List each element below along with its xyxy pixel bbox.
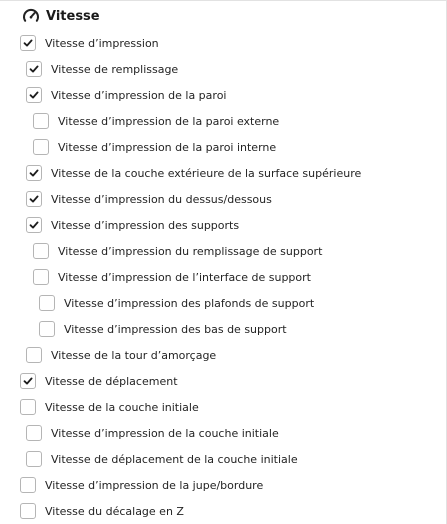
option-label: Vitesse de la couche extérieure de la su… <box>51 166 362 180</box>
section-header[interactable]: Vitesse <box>22 5 100 27</box>
option-label: Vitesse d’impression des supports <box>51 218 240 232</box>
option-label: Vitesse d’impression de la jupe/bordure <box>45 478 264 492</box>
option-label: Vitesse d’impression des bas de support <box>64 322 287 336</box>
option-support-infill-speed[interactable]: Vitesse d’impression du remplissage de s… <box>33 241 322 261</box>
option-label: Vitesse d’impression de la paroi externe <box>58 114 280 128</box>
option-top-bottom-speed[interactable]: Vitesse d’impression du dessus/dessous <box>26 189 272 209</box>
option-label: Vitesse de déplacement <box>45 374 178 388</box>
speed-settings-panel: Vitesse Vitesse d’impression Vitesse de … <box>0 0 447 524</box>
top-divider <box>0 0 447 1</box>
option-print-speed[interactable]: Vitesse d’impression <box>20 33 159 53</box>
checkmark-icon <box>29 65 39 73</box>
option-label: Vitesse de la tour d’amorçage <box>51 348 217 362</box>
checkbox[interactable] <box>39 295 55 311</box>
checkbox[interactable] <box>33 113 49 129</box>
option-inner-wall-speed[interactable]: Vitesse d’impression de la paroi interne <box>33 137 276 157</box>
option-initial-layer-speed[interactable]: Vitesse de la couche initiale <box>20 397 199 417</box>
checkmark-icon <box>29 169 39 177</box>
checkbox[interactable] <box>39 321 55 337</box>
option-initial-layer-travel-speed[interactable]: Vitesse de déplacement de la couche init… <box>26 449 298 469</box>
checkmark-icon <box>23 39 33 47</box>
checkbox[interactable] <box>33 269 49 285</box>
option-label: Vitesse d’impression du remplissage de s… <box>58 244 323 258</box>
checkbox[interactable] <box>26 347 42 363</box>
option-label: Vitesse de remplissage <box>51 62 179 76</box>
option-label: Vitesse d’impression <box>45 36 159 50</box>
option-support-bottom-speed[interactable]: Vitesse d’impression des bas de support <box>39 319 287 339</box>
checkbox[interactable] <box>20 477 36 493</box>
option-label: Vitesse d’impression de la paroi <box>51 88 227 102</box>
checkmark-icon <box>29 221 39 229</box>
option-support-interface-speed[interactable]: Vitesse d’impression de l’interface de s… <box>33 267 311 287</box>
section-title: Vitesse <box>46 8 100 24</box>
option-outer-wall-speed[interactable]: Vitesse d’impression de la paroi externe <box>33 111 279 131</box>
checkmark-icon <box>29 195 39 203</box>
checkbox[interactable] <box>20 373 36 389</box>
option-label: Vitesse d’impression du dessus/dessous <box>51 192 272 206</box>
checkbox[interactable] <box>26 87 42 103</box>
option-label: Vitesse d’impression de la paroi interne <box>58 140 277 154</box>
checkbox[interactable] <box>26 165 42 181</box>
checkbox[interactable] <box>26 217 42 233</box>
option-top-surface-skin-speed[interactable]: Vitesse de la couche extérieure de la su… <box>26 163 361 183</box>
checkbox[interactable] <box>33 139 49 155</box>
option-initial-layer-print-speed[interactable]: Vitesse d’impression de la couche initia… <box>26 423 279 443</box>
option-wall-speed[interactable]: Vitesse d’impression de la paroi <box>26 85 226 105</box>
checkbox[interactable] <box>20 35 36 51</box>
checkbox[interactable] <box>26 425 42 441</box>
checkbox[interactable] <box>26 191 42 207</box>
checkbox[interactable] <box>26 451 42 467</box>
option-skirt-brim-speed[interactable]: Vitesse d’impression de la jupe/bordure <box>20 475 263 495</box>
option-label: Vitesse d’impression des plafonds de sup… <box>64 296 315 310</box>
speedometer-icon <box>22 7 40 25</box>
option-label: Vitesse de la couche initiale <box>45 400 199 414</box>
checkmark-icon <box>29 91 39 99</box>
checkmark-icon <box>23 377 33 385</box>
option-label: Vitesse du décalage en Z <box>45 504 184 518</box>
option-z-hop-speed[interactable]: Vitesse du décalage en Z <box>20 501 184 521</box>
option-support-speed[interactable]: Vitesse d’impression des supports <box>26 215 239 235</box>
option-travel-speed[interactable]: Vitesse de déplacement <box>20 371 178 391</box>
option-label: Vitesse de déplacement de la couche init… <box>51 452 298 466</box>
checkbox[interactable] <box>20 503 36 519</box>
checkbox[interactable] <box>33 243 49 259</box>
option-label: Vitesse d’impression de la couche initia… <box>51 426 279 440</box>
option-support-roof-speed[interactable]: Vitesse d’impression des plafonds de sup… <box>39 293 314 313</box>
option-label: Vitesse d’impression de l’interface de s… <box>58 270 311 284</box>
checkbox[interactable] <box>20 399 36 415</box>
option-infill-speed[interactable]: Vitesse de remplissage <box>26 59 178 79</box>
checkbox[interactable] <box>26 61 42 77</box>
option-prime-tower-speed[interactable]: Vitesse de la tour d’amorçage <box>26 345 216 365</box>
